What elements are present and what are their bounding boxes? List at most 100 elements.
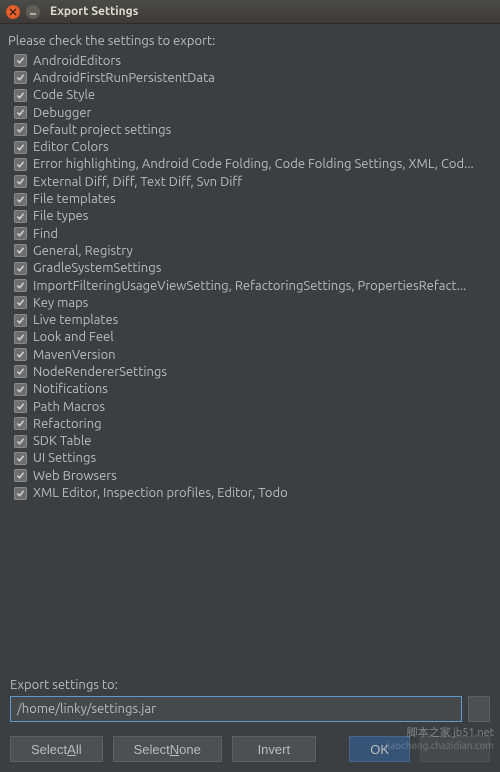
settings-item[interactable]: Error highlighting, Android Code Folding… [14, 156, 494, 173]
select-none-pre: Select [134, 742, 170, 757]
settings-item-label: XML Editor, Inspection profiles, Editor,… [33, 486, 288, 500]
select-none-button[interactable]: Select None [113, 736, 222, 762]
settings-item[interactable]: File types [14, 208, 494, 225]
settings-item-label: Error highlighting, Android Code Folding… [33, 157, 474, 171]
instruction-label: Please check the settings to export: [8, 34, 494, 48]
checkbox-icon[interactable] [14, 262, 27, 275]
settings-item-label: AndroidEditors [33, 54, 121, 68]
settings-item[interactable]: SDK Table [14, 433, 494, 450]
settings-item[interactable]: Debugger [14, 104, 494, 121]
close-icon[interactable] [6, 5, 20, 19]
ok-button[interactable]: OK [349, 736, 410, 762]
dialog-body: Please check the settings to export: And… [0, 24, 500, 772]
settings-item-label: NodeRendererSettings [33, 365, 167, 379]
checkbox-icon[interactable] [14, 175, 27, 188]
cancel-button[interactable] [420, 736, 490, 762]
settings-item[interactable]: Web Browsers [14, 467, 494, 484]
settings-item[interactable]: AndroidEditors [14, 52, 494, 69]
settings-item-label: Path Macros [33, 400, 105, 414]
checkbox-icon[interactable] [14, 210, 27, 223]
checkbox-icon[interactable] [14, 331, 27, 344]
settings-item-label: Notifications [33, 382, 108, 396]
settings-item-label: GradleSystemSettings [33, 261, 161, 275]
invert-button[interactable]: Invert [232, 736, 316, 762]
settings-item-label: UI Settings [33, 451, 96, 465]
export-settings-dialog: Export Settings Please check the setting… [0, 0, 500, 772]
settings-item-label: Web Browsers [33, 469, 117, 483]
checkbox-icon[interactable] [14, 141, 27, 154]
settings-item[interactable]: Notifications [14, 381, 494, 398]
checkbox-icon[interactable] [14, 383, 27, 396]
checkbox-icon[interactable] [14, 435, 27, 448]
settings-item[interactable]: MavenVersion [14, 346, 494, 363]
export-to-label: Export settings to: [10, 678, 494, 692]
checkbox-icon[interactable] [14, 487, 27, 500]
export-path-input[interactable] [17, 702, 455, 716]
select-all-post: ll [76, 742, 82, 757]
settings-item-label: External Diff, Diff, Text Diff, Svn Diff [33, 175, 242, 189]
settings-item-label: Key maps [33, 296, 88, 310]
checkbox-icon[interactable] [14, 158, 27, 171]
checkbox-icon[interactable] [14, 365, 27, 378]
settings-item-label: File templates [33, 192, 116, 206]
checkbox-icon[interactable] [14, 348, 27, 361]
checkbox-icon[interactable] [14, 123, 27, 136]
window-title: Export Settings [50, 5, 138, 18]
settings-item-label: General, Registry [33, 244, 133, 258]
select-none-post: one [179, 742, 201, 757]
settings-item-label: ImportFilteringUsageViewSetting, Refacto… [33, 279, 466, 293]
select-all-ul: A [67, 742, 76, 757]
settings-checklist: AndroidEditors AndroidFirstRunPersistentD… [6, 52, 494, 672]
settings-item[interactable]: Code Style [14, 87, 494, 104]
export-path-field-wrap[interactable] [10, 696, 462, 722]
checkbox-icon[interactable] [14, 469, 27, 482]
settings-item[interactable]: General, Registry [14, 242, 494, 259]
checkbox-icon[interactable] [14, 452, 27, 465]
settings-item-label: Editor Colors [33, 140, 109, 154]
checkbox-icon[interactable] [14, 193, 27, 206]
browse-button[interactable] [468, 696, 490, 722]
checkbox-icon[interactable] [14, 89, 27, 102]
settings-item[interactable]: Live templates [14, 311, 494, 328]
settings-item-label: Debugger [33, 106, 91, 120]
select-all-button[interactable]: Select All [10, 736, 103, 762]
settings-item[interactable]: Look and Feel [14, 329, 494, 346]
settings-item-label: SDK Table [33, 434, 91, 448]
checkbox-icon[interactable] [14, 244, 27, 257]
settings-item[interactable]: GradleSystemSettings [14, 260, 494, 277]
settings-item-label: Look and Feel [33, 330, 114, 344]
checkbox-icon[interactable] [14, 54, 27, 67]
settings-item[interactable]: External Diff, Diff, Text Diff, Svn Diff [14, 173, 494, 190]
checkbox-icon[interactable] [14, 106, 27, 119]
settings-item[interactable]: File templates [14, 190, 494, 207]
checkbox-icon[interactable] [14, 279, 27, 292]
settings-item[interactable]: Path Macros [14, 398, 494, 415]
settings-item[interactable]: Key maps [14, 294, 494, 311]
checkbox-icon[interactable] [14, 417, 27, 430]
checkbox-icon[interactable] [14, 314, 27, 327]
settings-item-label: Live templates [33, 313, 118, 327]
settings-item[interactable]: Refactoring [14, 415, 494, 432]
settings-item[interactable]: Default project settings [14, 121, 494, 138]
select-all-pre: Select [31, 742, 67, 757]
select-none-ul: N [170, 742, 179, 757]
settings-item-label: Default project settings [33, 123, 171, 137]
settings-item-label: AndroidFirstRunPersistentData [33, 71, 215, 85]
settings-item[interactable]: XML Editor, Inspection profiles, Editor,… [14, 484, 494, 501]
checkbox-icon[interactable] [14, 400, 27, 413]
settings-item-label: Code Style [33, 88, 95, 102]
settings-item[interactable]: Editor Colors [14, 138, 494, 155]
checkbox-icon[interactable] [14, 296, 27, 309]
settings-item[interactable]: UI Settings [14, 450, 494, 467]
minimize-icon[interactable] [26, 5, 40, 19]
settings-item-label: File types [33, 209, 88, 223]
settings-item-label: MavenVersion [33, 348, 116, 362]
settings-item[interactable]: Find [14, 225, 494, 242]
settings-item[interactable]: NodeRendererSettings [14, 363, 494, 380]
settings-item[interactable]: ImportFilteringUsageViewSetting, Refacto… [14, 277, 494, 294]
export-path-row [6, 696, 494, 722]
settings-item-label: Refactoring [33, 417, 102, 431]
checkbox-icon[interactable] [14, 227, 27, 240]
checkbox-icon[interactable] [14, 71, 27, 84]
settings-item[interactable]: AndroidFirstRunPersistentData [14, 69, 494, 86]
